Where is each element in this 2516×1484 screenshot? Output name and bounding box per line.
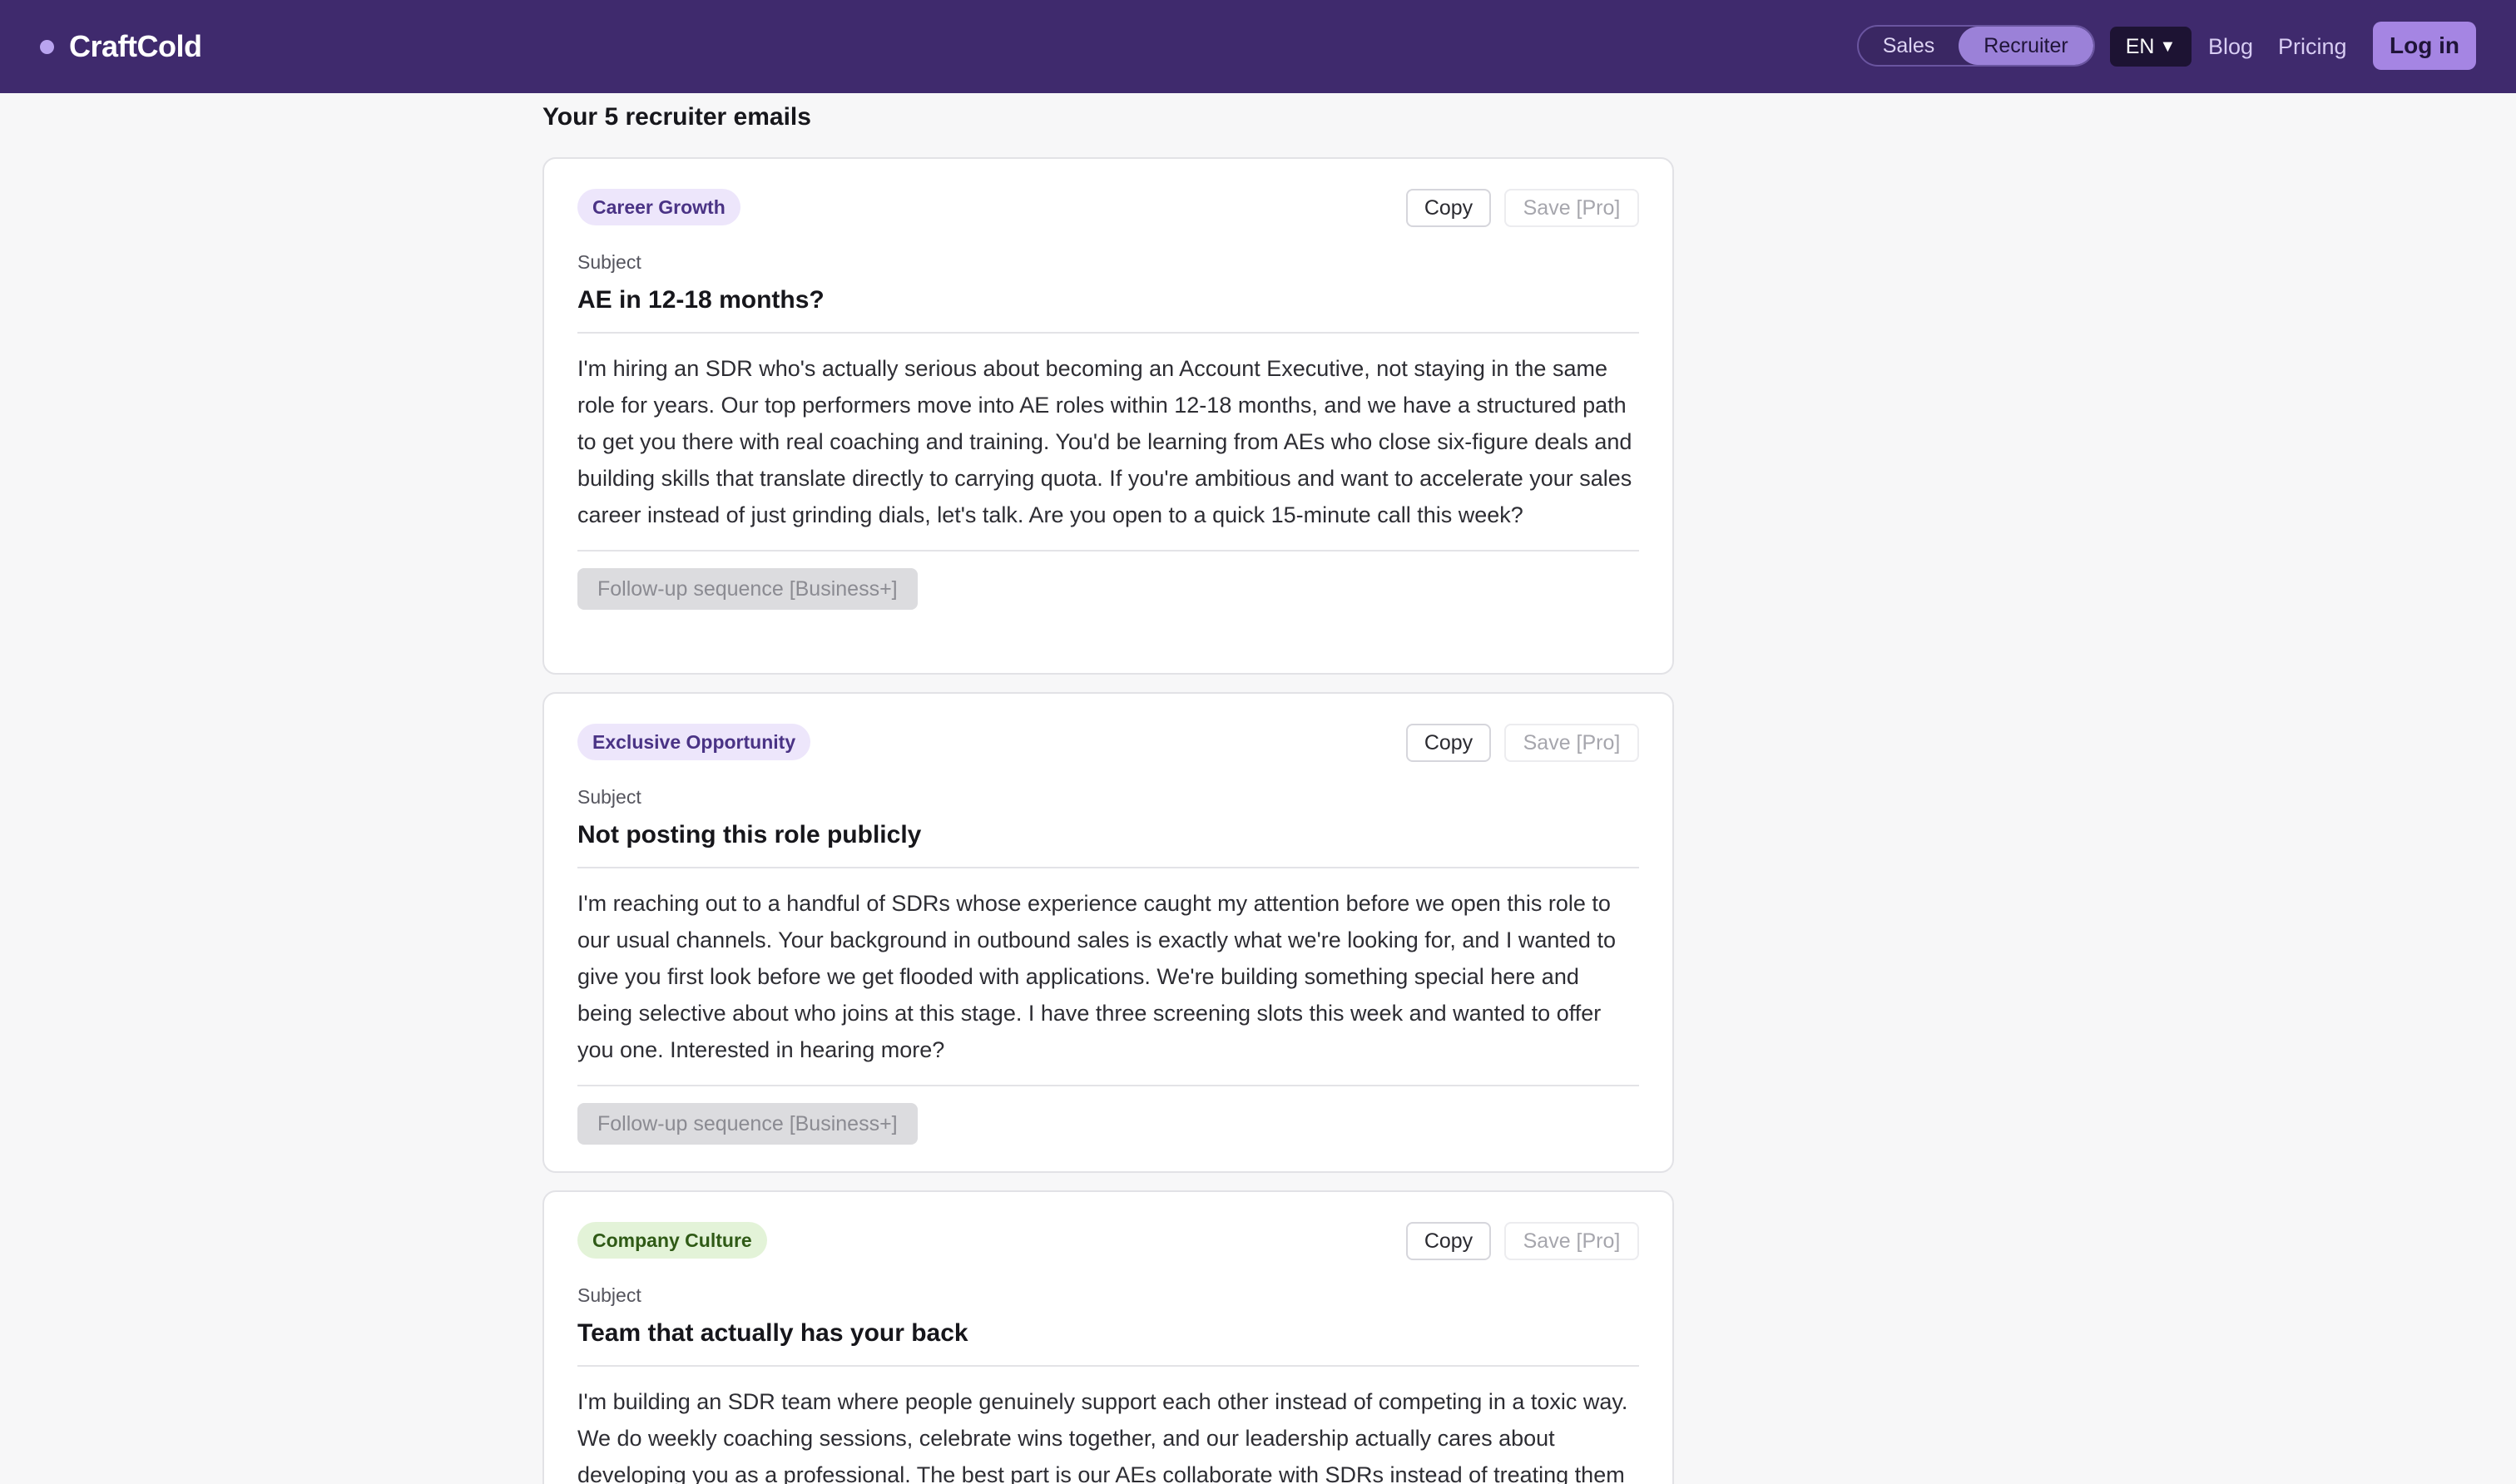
subject-line: Team that actually has your back <box>577 1319 968 1347</box>
angle-tag: Career Growth <box>577 189 740 225</box>
divider <box>577 550 1639 552</box>
email-card-header: Exclusive Opportunity Copy Save [Pro] <box>577 694 1639 794</box>
copy-button[interactable]: Copy <box>1406 189 1491 227</box>
mode-toggle: Sales Recruiter <box>1857 25 2095 67</box>
email-body: I'm hiring an SDR who's actually serious… <box>577 356 1632 527</box>
email-card: Career Growth Copy Save [Pro] Subject AE… <box>542 157 1674 675</box>
follow-up-sequence-button[interactable]: Follow-up sequence [Business+] <box>577 1103 918 1145</box>
save-button[interactable]: Save [Pro] <box>1504 1222 1639 1260</box>
top-navigation-bar: CraftCold Sales Recruiter EN ▼ Blog Pric… <box>0 0 2516 93</box>
page-title: Your 5 recruiter emails <box>542 103 811 131</box>
mode-recruiter-button[interactable]: Recruiter <box>1959 27 2093 65</box>
nav-link-pricing[interactable]: Pricing <box>2278 0 2347 93</box>
language-code: EN <box>2125 34 2155 58</box>
email-actions: Copy Save [Pro] <box>1406 724 1639 762</box>
save-button[interactable]: Save [Pro] <box>1504 724 1639 762</box>
angle-tag: Company Culture <box>577 1222 767 1259</box>
mode-sales-button[interactable]: Sales <box>1859 27 1959 65</box>
email-actions: Copy Save [Pro] <box>1406 189 1639 227</box>
email-body: I'm reaching out to a handful of SDRs wh… <box>577 891 1616 1062</box>
copy-button[interactable]: Copy <box>1406 1222 1491 1260</box>
email-actions: Copy Save [Pro] <box>1406 1222 1639 1260</box>
brand-logo[interactable]: CraftCold <box>40 0 202 93</box>
nav-link-blog[interactable]: Blog <box>2208 0 2253 93</box>
divider <box>577 1085 1639 1086</box>
email-card: Company Culture Copy Save [Pro] Subject … <box>542 1190 1674 1484</box>
subject-line: AE in 12-18 months? <box>577 286 825 314</box>
follow-up-sequence-button[interactable]: Follow-up sequence [Business+] <box>577 568 918 610</box>
angle-tag: Exclusive Opportunity <box>577 724 811 760</box>
brand-dot-icon <box>40 39 54 54</box>
email-card-header: Career Growth Copy Save [Pro] <box>577 159 1639 259</box>
email-card: Exclusive Opportunity Copy Save [Pro] Su… <box>542 692 1674 1173</box>
caret-down-icon: ▼ <box>2159 37 2177 56</box>
save-button[interactable]: Save [Pro] <box>1504 189 1639 227</box>
email-card-header: Company Culture Copy Save [Pro] <box>577 1192 1639 1292</box>
email-body: I'm building an SDR team where people ge… <box>577 1389 1628 1484</box>
login-button[interactable]: Log in <box>2373 22 2476 70</box>
subject-line: Not posting this role publicly <box>577 821 922 848</box>
copy-button[interactable]: Copy <box>1406 724 1491 762</box>
language-selector[interactable]: EN ▼ <box>2110 27 2192 67</box>
brand-name: CraftCold <box>69 29 202 63</box>
